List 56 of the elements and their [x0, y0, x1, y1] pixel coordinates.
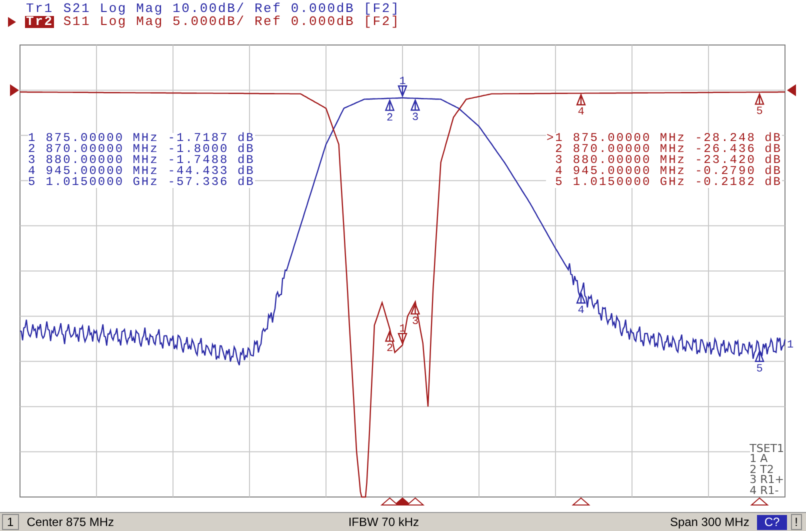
- marker-stimulus: 875.00000 MHz: [46, 133, 159, 144]
- cal-set-title: TSET1: [750, 444, 784, 454]
- marker-stimulus: 1.0150000 GHz: [572, 177, 686, 188]
- marker-label: 3: [412, 316, 419, 328]
- marker-response: -1.7488 dB: [168, 155, 255, 166]
- marker-stimulus: 870.00000 MHz: [46, 144, 159, 155]
- cal-set-line: 1 A: [750, 454, 768, 464]
- marker-label: 4: [578, 305, 584, 318]
- marker-response: -23.420 dB: [694, 155, 782, 166]
- marker-response: -0.2182 dB: [694, 177, 782, 188]
- marker-response: -0.2790 dB: [694, 166, 782, 177]
- marker-number: 3: [554, 155, 564, 166]
- marker-number: 4: [554, 166, 564, 177]
- cal-set-line: 3 R1+: [750, 475, 784, 486]
- marker-number: 2: [554, 144, 564, 155]
- span-frequency: Span 300 MHz: [670, 515, 750, 529]
- marker-response: -1.7187 dB: [168, 133, 255, 144]
- marker-label: 3: [412, 112, 419, 124]
- marker-response: -26.436 dB: [694, 144, 782, 155]
- marker-number: 4: [28, 166, 37, 177]
- cal-set-line: 4 R1-: [750, 486, 780, 496]
- marker-label: 4: [578, 106, 584, 119]
- marker-stimulus: 875.00000 MHz: [572, 133, 686, 144]
- marker-label: 5: [756, 106, 763, 118]
- marker-number: 5: [28, 177, 37, 188]
- marker-label: 2: [386, 343, 394, 356]
- trace-label[interactable]: Tr1: [25, 3, 54, 16]
- marker-label: 2: [386, 112, 394, 124]
- marker-response: -28.248 dB: [694, 133, 782, 144]
- cal-set-line: 2 T2: [750, 464, 774, 475]
- center-frequency: Center 875 MHz: [26, 515, 116, 529]
- marker-stimulus: 880.00000 MHz: [572, 155, 686, 166]
- marker-stimulus: 945.00000 MHz: [572, 166, 686, 177]
- ifbw-label: IFBW 70 kHz: [348, 515, 420, 529]
- marker-number: 3: [28, 155, 37, 166]
- marker-label: 1: [399, 324, 406, 336]
- marker-number: >1: [546, 133, 564, 144]
- marker-stimulus: 945.00000 MHz: [46, 166, 159, 177]
- marker-label: 1: [399, 76, 406, 88]
- marker-stimulus: 880.00000 MHz: [46, 155, 159, 166]
- channel-indicator[interactable]: 1: [2, 514, 19, 530]
- marker-number: 5: [554, 177, 564, 188]
- marker-response: -1.8000 dB: [168, 144, 255, 155]
- marker-stimulus: 1.0150000 GHz: [46, 177, 159, 188]
- marker-number: 2: [28, 144, 37, 155]
- marker-label: 5: [756, 363, 763, 376]
- trace-info: S21 Log Mag 10.00dB/ Ref 0.000dB [F2]: [63, 3, 400, 16]
- marker-number: 1: [28, 133, 37, 144]
- marker-response: -44.433 dB: [168, 166, 255, 177]
- cal-status-indicator[interactable]: C?: [757, 514, 787, 530]
- trace-end-label: 1: [787, 339, 794, 352]
- marker-response: -57.336 dB: [168, 177, 255, 188]
- marker-stimulus: 870.00000 MHz: [572, 144, 686, 155]
- trace-info: S11 Log Mag 5.000dB/ Ref 0.000dB [F2]: [63, 16, 400, 28]
- trace-label[interactable]: Tr2: [25, 16, 54, 28]
- alert-indicator[interactable]: !: [790, 514, 802, 530]
